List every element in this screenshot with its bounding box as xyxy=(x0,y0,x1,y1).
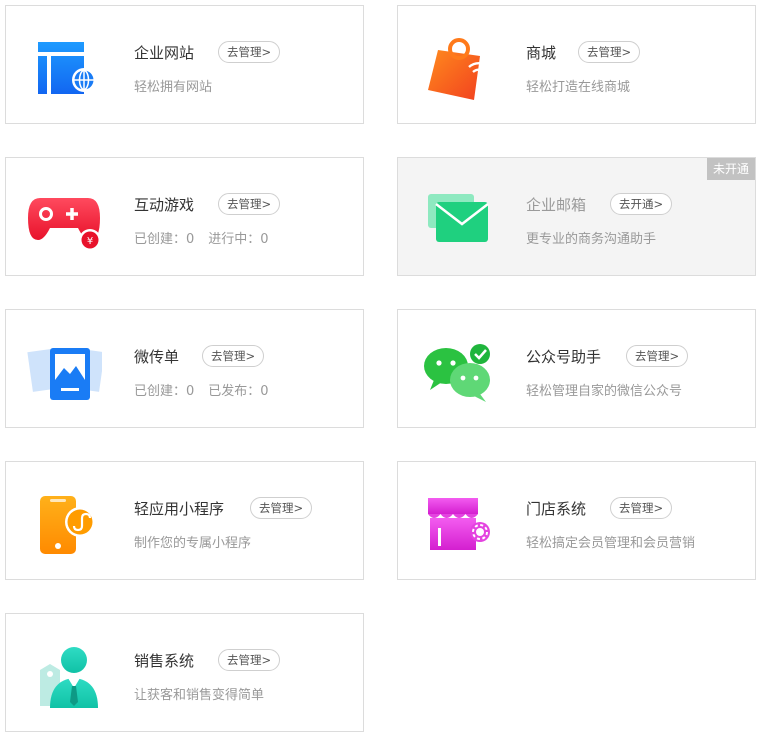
manage-button[interactable]: 去管理> xyxy=(218,649,281,671)
card-title: 企业邮箱 xyxy=(526,196,587,214)
mini-program-icon xyxy=(26,488,102,558)
salesperson-icon xyxy=(26,640,102,710)
manage-button[interactable]: 去管理> xyxy=(250,497,313,519)
published-count: 已发布：0 xyxy=(208,384,269,399)
gamepad-icon: ¥ xyxy=(26,184,102,254)
created-count: 已创建：0 xyxy=(134,232,195,247)
in-progress-count: 进行中：0 xyxy=(208,232,269,247)
card-subtitle: 更专业的商务沟通助手 xyxy=(526,232,657,247)
card-store-system[interactable]: 门店系统 去管理> 轻松搞定会员管理和会员营销 xyxy=(397,461,756,580)
svg-text:¥: ¥ xyxy=(87,236,93,247)
shopping-bag-icon xyxy=(418,32,494,102)
manage-button[interactable]: 去管理> xyxy=(202,345,265,367)
card-title: 公众号助手 xyxy=(526,348,602,366)
card-official-account[interactable]: 公众号助手 去管理> 轻松管理自家的微信公众号 xyxy=(397,309,756,428)
card-enterprise-mail[interactable]: 未开通 企业邮箱 去开通> 更专业的商务沟通助手 xyxy=(397,157,756,276)
card-sales-system[interactable]: 销售系统 去管理> 让获客和销售变得简单 xyxy=(5,613,364,732)
manage-button[interactable]: 去管理> xyxy=(578,41,641,63)
card-title: 门店系统 xyxy=(526,500,587,518)
manage-button[interactable]: 去管理> xyxy=(218,41,281,63)
store-icon xyxy=(418,488,494,558)
card-stats: 已创建：0 进行中：0 xyxy=(134,228,269,247)
card-title: 商城 xyxy=(526,44,557,62)
card-game[interactable]: ¥ 互动游戏 去管理> 已创建：0 进行中：0 xyxy=(5,157,364,276)
card-stats: 已创建：0 已发布：0 xyxy=(134,380,269,399)
card-mini-program[interactable]: 轻应用小程序 去管理> 制作您的专属小程序 xyxy=(5,461,364,580)
card-subtitle: 轻松打造在线商城 xyxy=(526,80,631,95)
manage-button[interactable]: 去管理> xyxy=(626,345,689,367)
created-count: 已创建：0 xyxy=(134,384,195,399)
card-subtitle: 轻松拥有网站 xyxy=(134,80,213,95)
not-activated-badge: 未开通 xyxy=(706,158,755,180)
card-subtitle: 制作您的专属小程序 xyxy=(134,536,252,551)
website-icon xyxy=(26,32,102,102)
card-subtitle: 让获客和销售变得简单 xyxy=(134,688,265,703)
card-mall[interactable]: 商城 去管理> 轻松打造在线商城 xyxy=(397,5,756,124)
card-title: 互动游戏 xyxy=(134,196,195,214)
card-title: 微传单 xyxy=(134,348,180,366)
card-subtitle: 轻松搞定会员管理和会员营销 xyxy=(526,536,696,551)
card-title: 企业网站 xyxy=(134,44,195,62)
card-flyer[interactable]: 微传单 去管理> 已创建：0 已发布：0 xyxy=(5,309,364,428)
activate-button[interactable]: 去开通> xyxy=(610,193,673,215)
card-subtitle: 轻松管理自家的微信公众号 xyxy=(526,384,683,399)
card-website[interactable]: 企业网站 去管理> 轻松拥有网站 xyxy=(5,5,364,124)
manage-button[interactable]: 去管理> xyxy=(610,497,673,519)
flyer-icon xyxy=(26,336,102,406)
wechat-icon xyxy=(418,336,494,406)
mail-icon xyxy=(418,184,494,254)
manage-button[interactable]: 去管理> xyxy=(218,193,281,215)
card-title: 销售系统 xyxy=(134,652,195,670)
card-title: 轻应用小程序 xyxy=(134,500,225,518)
